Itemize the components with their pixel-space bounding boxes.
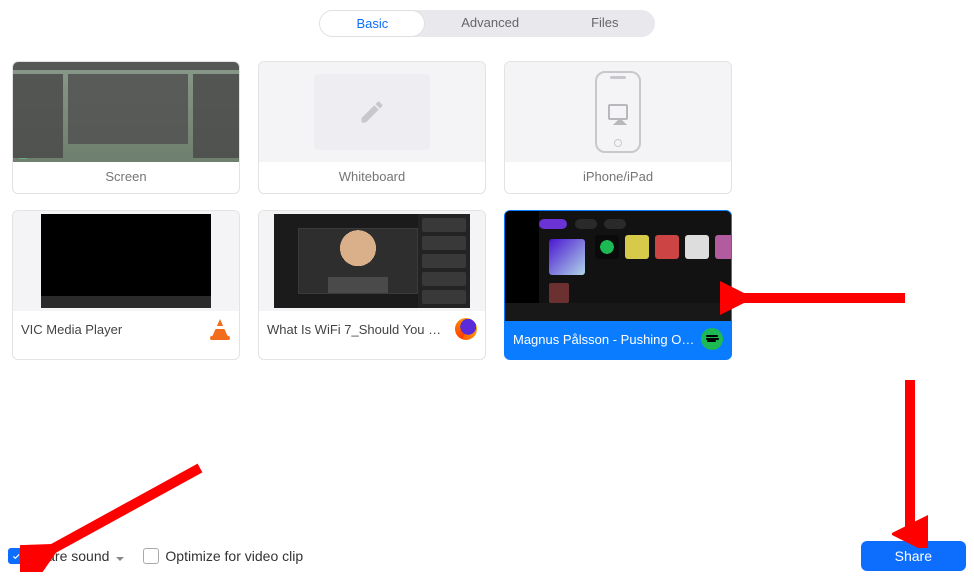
- share-source-grid: Screen Whiteboard iPhone/iPad: [0, 37, 974, 360]
- check-icon: [11, 551, 22, 562]
- tile-screen[interactable]: Screen: [12, 61, 240, 194]
- tab-group: Basic Advanced Files: [319, 10, 654, 37]
- chevron-down-icon[interactable]: [115, 551, 125, 561]
- tile-iphone-label: iPhone/iPad: [513, 169, 723, 184]
- tile-spotify[interactable]: Magnus Pålsson - Pushing Onwa...: [504, 210, 732, 360]
- bottom-bar: Share sound Optimize for video clip Shar…: [0, 531, 974, 583]
- share-tabs: Basic Advanced Files: [0, 0, 974, 37]
- tile-firefox-label: What Is WiFi 7_Should You Care? ...: [267, 322, 449, 337]
- tab-basic[interactable]: Basic: [319, 10, 425, 37]
- pencil-icon: [358, 98, 386, 126]
- tab-files[interactable]: Files: [555, 10, 654, 37]
- annotation-arrow-down: [892, 378, 928, 548]
- vlc-icon: [209, 318, 231, 340]
- firefox-icon: [455, 318, 477, 340]
- optimize-video-option[interactable]: Optimize for video clip: [143, 548, 303, 564]
- share-sound-option[interactable]: Share sound: [8, 548, 125, 564]
- tile-vlc[interactable]: VIC Media Player: [12, 210, 240, 360]
- tile-vlc-thumb: [13, 211, 239, 311]
- tile-iphone-ipad[interactable]: iPhone/iPad: [504, 61, 732, 194]
- tile-screen-label: Screen: [21, 169, 231, 184]
- tile-spotify-thumb: [505, 211, 731, 321]
- tile-firefox[interactable]: What Is WiFi 7_Should You Care? ...: [258, 210, 486, 360]
- tile-spotify-label: Magnus Pålsson - Pushing Onwa...: [513, 332, 695, 347]
- tile-whiteboard[interactable]: Whiteboard: [258, 61, 486, 194]
- optimize-video-checkbox[interactable]: [143, 548, 159, 564]
- iphone-icon: [595, 71, 641, 153]
- share-sound-label: Share sound: [30, 548, 109, 564]
- tab-advanced[interactable]: Advanced: [425, 10, 555, 37]
- tile-screen-thumb: [13, 62, 239, 162]
- tile-iphone-thumb: [505, 62, 731, 162]
- tile-vlc-label: VIC Media Player: [21, 322, 203, 337]
- spotify-icon: [701, 328, 723, 350]
- share-sound-checkbox[interactable]: [8, 548, 24, 564]
- tile-firefox-thumb: [259, 211, 485, 311]
- tile-whiteboard-thumb: [259, 62, 485, 162]
- share-button[interactable]: Share: [861, 541, 966, 571]
- airplay-icon: [608, 104, 628, 120]
- optimize-video-label: Optimize for video clip: [165, 548, 303, 564]
- tile-whiteboard-label: Whiteboard: [267, 169, 477, 184]
